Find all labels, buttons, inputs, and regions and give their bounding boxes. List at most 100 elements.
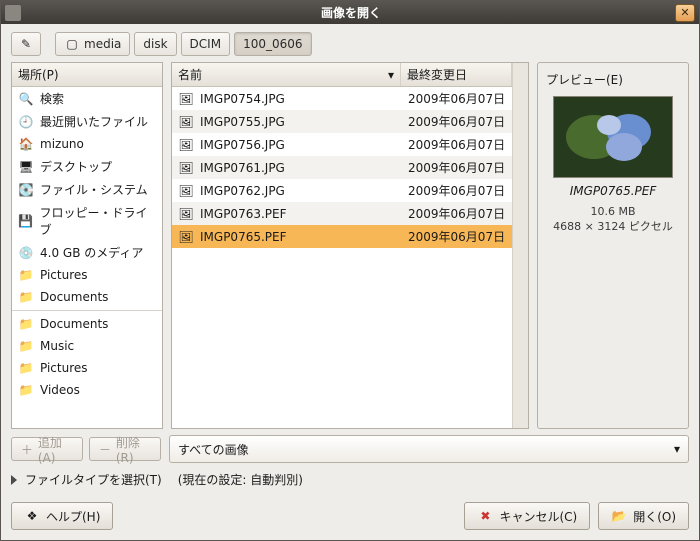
places-item-label: Videos	[40, 383, 80, 397]
remove-place-button[interactable]: －削除(R)	[89, 437, 161, 461]
path-segment[interactable]: disk	[134, 32, 176, 56]
places-item[interactable]: 💾 フロッピー・ドライブ	[12, 201, 162, 241]
image-file-icon: 🖼	[178, 160, 194, 176]
image-file-icon: 🖼	[178, 114, 194, 130]
preview-panel: プレビュー(E) IMGP0765.PEF 10.6 MB 4688 × 312…	[537, 62, 689, 429]
places-item[interactable]: 📁 Pictures	[12, 357, 162, 379]
file-date: 2009年06月07日	[402, 87, 512, 110]
cancel-button[interactable]: ✖ キャンセル(C)	[464, 502, 590, 530]
add-place-button[interactable]: ＋追加(A)	[11, 437, 83, 461]
folder-icon: 📁	[18, 316, 34, 332]
preview-heading: プレビュー(E)	[544, 71, 682, 90]
desktop-icon: 🖥	[18, 159, 34, 175]
places-item-label: Pictures	[40, 361, 88, 375]
file-date: 2009年06月07日	[402, 202, 512, 225]
preview-filename: IMGP0765.PEF	[570, 184, 657, 198]
file-name: IMGP0761.JPG	[200, 161, 285, 175]
filetype-expander[interactable]: ファイルタイプを選択(T) (現在の設定: 自動判別)	[11, 469, 689, 490]
image-file-icon: 🖼	[178, 183, 194, 199]
file-list-panel: 名前 ▾ 最終変更日 🖼IMGP0754.JPG2009年06月07日🖼IMGP…	[171, 62, 529, 429]
file-name: IMGP0755.JPG	[200, 115, 285, 129]
places-item-label: mizuno	[40, 137, 84, 151]
file-row[interactable]: 🖼IMGP0756.JPG2009年06月07日	[172, 133, 512, 156]
home-icon: 🏠	[18, 136, 34, 152]
places-panel: 場所(P) 🔍 検索 🕘最近開いたファイル 🏠 mizuno 🖥 デスクトップ 💽ファイル・シ…	[11, 62, 163, 429]
chevron-down-icon: ▾	[674, 442, 680, 456]
file-row[interactable]: 🖼 IMGP0762.JPG 2009年06月07日	[172, 179, 512, 202]
help-button[interactable]: ❖ ヘルプ(H)	[11, 502, 113, 530]
image-file-icon: 🖼	[178, 229, 194, 245]
preview-meta: 10.6 MB 4688 × 3124 ピクセル	[553, 204, 673, 235]
places-list: 🔍 検索 🕘最近開いたファイル 🏠 mizuno 🖥 デスクトップ 💽ファイル・システム 💾 フロ…	[12, 87, 162, 428]
path-segment[interactable]: ▢ media	[55, 32, 130, 56]
places-item-label: デスクトップ	[40, 158, 112, 175]
places-item[interactable]: 🏠 mizuno	[12, 133, 162, 155]
file-row[interactable]: 🖼 IMGP0765.PEF 2009年06月07日	[172, 225, 512, 248]
places-item-label: 4.0 GB のメディア	[40, 244, 143, 261]
titlebar[interactable]: 画像を開く ✕	[1, 1, 699, 24]
places-item[interactable]: 💿 4.0 GB のメディア	[12, 241, 162, 264]
folder-icon: 📁	[18, 338, 34, 354]
close-button[interactable]: ✕	[675, 4, 695, 22]
file-name: IMGP0756.JPG	[200, 138, 285, 152]
path-segment-current[interactable]: 100_0606	[234, 32, 311, 56]
filter-select[interactable]: すべての画像 ▾	[169, 435, 689, 463]
file-name: IMGP0765.PEF	[200, 230, 287, 244]
file-list[interactable]: 🖼IMGP0754.JPG2009年06月07日🖼IMGP0755.JPG200…	[172, 87, 512, 428]
file-row[interactable]: 🖼 IMGP0761.JPG 2009年06月07日	[172, 156, 512, 179]
places-item-label: Documents	[40, 290, 108, 304]
open-folder-icon: 📂	[611, 508, 627, 524]
places-item-label: Documents	[40, 317, 108, 331]
file-open-dialog: 画像を開く ✕ ✎ ▢ media disk DCIM 100_0606 場所(…	[0, 0, 700, 541]
path-bar: ✎ ▢ media disk DCIM 100_0606	[11, 32, 689, 56]
folder-icon: 📁	[18, 382, 34, 398]
places-item[interactable]: 🖥 デスクトップ	[12, 155, 162, 178]
column-header-name[interactable]: 名前 ▾	[172, 63, 401, 86]
file-date: 2009年06月07日	[402, 110, 512, 133]
search-icon: 🔍	[18, 91, 34, 107]
folder-icon: 📁	[18, 360, 34, 376]
places-item[interactable]: 🔍 検索	[12, 87, 162, 110]
cancel-icon: ✖	[477, 508, 493, 524]
image-file-icon: 🖼	[178, 91, 194, 107]
folder-icon: 📁	[18, 289, 34, 305]
column-header-modified[interactable]: 最終変更日	[401, 63, 512, 86]
floppy-icon: 💾	[18, 213, 34, 229]
file-name: IMGP0762.JPG	[200, 184, 285, 198]
image-file-icon: 🖼	[178, 137, 194, 153]
file-date: 2009年06月07日	[402, 225, 512, 248]
places-item[interactable]: 🕘最近開いたファイル	[12, 110, 162, 133]
drive-icon: 💽	[18, 182, 34, 198]
file-date: 2009年06月07日	[402, 156, 512, 179]
help-icon: ❖	[24, 508, 40, 524]
cd-icon: 💿	[18, 245, 34, 261]
plus-icon: ＋	[20, 441, 34, 457]
recent-icon: 🕘	[18, 114, 34, 130]
places-item-label: Music	[40, 339, 74, 353]
open-button[interactable]: 📂 開く(O)	[598, 502, 689, 530]
places-item[interactable]: 📁 Documents	[12, 313, 162, 335]
places-item[interactable]: 💽ファイル・システム	[12, 178, 162, 201]
sort-indicator-icon: ▾	[388, 68, 394, 82]
file-date: 2009年06月07日	[402, 179, 512, 202]
places-item-label: 検索	[40, 90, 64, 107]
places-item[interactable]: 📁 Music	[12, 335, 162, 357]
folder-icon: 📁	[18, 267, 34, 283]
file-row[interactable]: 🖼IMGP0763.PEF2009年06月07日	[172, 202, 512, 225]
image-file-icon: 🖼	[178, 206, 194, 222]
file-row[interactable]: 🖼IMGP0754.JPG2009年06月07日	[172, 87, 512, 110]
path-segment[interactable]: DCIM	[181, 32, 231, 56]
places-header[interactable]: 場所(P)	[12, 63, 162, 87]
places-item-label: フロッピー・ドライブ	[40, 204, 156, 238]
places-item-label: Pictures	[40, 268, 88, 282]
scrollbar[interactable]	[512, 63, 528, 428]
edit-path-button[interactable]: ✎	[11, 32, 41, 56]
places-buttons: ＋追加(A) －削除(R)	[11, 437, 161, 461]
minus-icon: －	[98, 441, 112, 457]
places-item[interactable]: 📁 Documents	[12, 286, 162, 308]
thumbnail-image-icon	[554, 97, 672, 177]
places-item[interactable]: 📁 Pictures	[12, 264, 162, 286]
file-row[interactable]: 🖼 IMGP0755.JPG 2009年06月07日	[172, 110, 512, 133]
drive-icon: ▢	[64, 36, 80, 52]
places-item[interactable]: 📁 Videos	[12, 379, 162, 401]
